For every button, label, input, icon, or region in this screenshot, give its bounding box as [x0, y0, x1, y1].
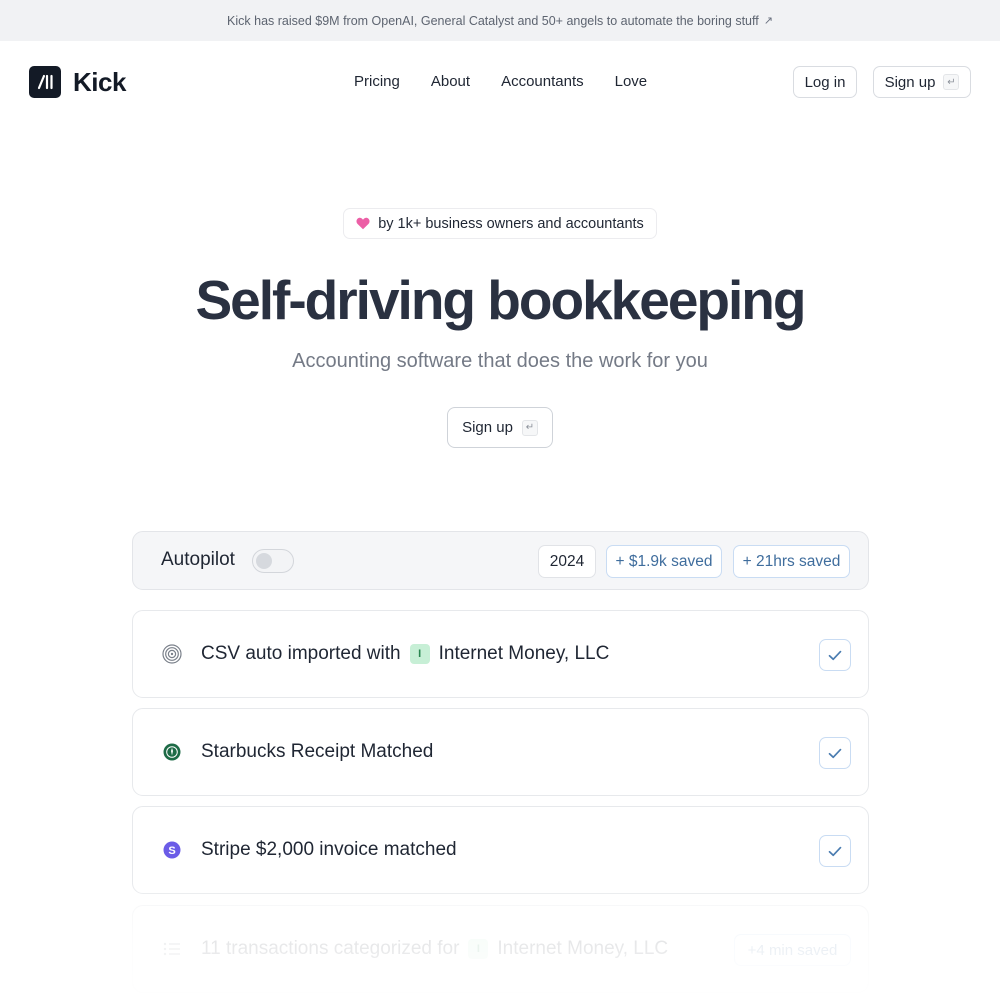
- hero-signup-button[interactable]: Sign up ↵: [447, 407, 553, 448]
- activity-text: CSV auto imported with I Internet Money,…: [201, 643, 609, 665]
- check-icon[interactable]: [819, 835, 851, 867]
- brand-name: Kick: [73, 66, 126, 97]
- top-nav: Kick Pricing About Accountants Love Log …: [0, 41, 1000, 123]
- hero-signup-label: Sign up: [462, 419, 513, 436]
- entity-name: Internet Money, LLC: [438, 643, 610, 664]
- activity-row: S Stripe $2,000 invoice matched: [132, 806, 869, 894]
- csv-import-icon: [162, 644, 182, 664]
- starbucks-icon: [162, 742, 182, 762]
- kick-logo-icon: [29, 66, 61, 98]
- svg-text:S: S: [168, 845, 175, 857]
- signup-button[interactable]: Sign up ↵: [873, 66, 971, 98]
- login-button[interactable]: Log in: [793, 66, 857, 98]
- autopilot-bar: Autopilot 2024 + $1.9k saved + 21hrs sav…: [132, 531, 869, 590]
- announcement-text[interactable]: Kick has raised $9M from OpenAI, General…: [227, 14, 759, 28]
- social-proof-badge: by 1k+ business owners and accountants: [343, 208, 657, 239]
- main-menu: Pricing About Accountants Love: [354, 73, 647, 90]
- enter-key-icon: ↵: [521, 419, 538, 436]
- activity-row: CSV auto imported with I Internet Money,…: [132, 610, 869, 698]
- nav-link-about[interactable]: About: [431, 73, 470, 90]
- signup-button-label: Sign up: [884, 73, 936, 91]
- announcement-bar[interactable]: Kick has raised $9M from OpenAI, General…: [0, 0, 1000, 41]
- entity-tag: I: [468, 939, 489, 959]
- arrow-up-right-icon: ↗: [763, 15, 773, 27]
- check-icon[interactable]: [819, 737, 851, 769]
- activity-message: 11 transactions categorized for: [201, 938, 460, 959]
- time-saved-badge: + 21hrs saved: [733, 545, 850, 578]
- nav-link-pricing[interactable]: Pricing: [354, 73, 400, 90]
- nav-link-accountants[interactable]: Accountants: [501, 73, 584, 90]
- badge-text: by 1k+ business owners and accountants: [378, 215, 644, 232]
- activity-message: CSV auto imported with: [201, 643, 401, 664]
- activity-message: Stripe $2,000 invoice matched: [201, 839, 457, 860]
- brand[interactable]: Kick: [29, 66, 126, 98]
- activity-text: Stripe $2,000 invoice matched: [201, 839, 457, 861]
- entity-tag: I: [409, 644, 430, 664]
- heart-icon: [356, 217, 370, 230]
- entity-name: Internet Money, LLC: [497, 938, 669, 959]
- activity-text: 11 transactions categorized for I Intern…: [201, 938, 668, 960]
- autopilot-label: Autopilot: [161, 549, 235, 570]
- autopilot-toggle[interactable]: [252, 549, 294, 573]
- time-saved-badge: +4 min saved: [734, 934, 851, 966]
- activity-row: Starbucks Receipt Matched: [132, 708, 869, 796]
- money-saved-badge: + $1.9k saved: [606, 545, 722, 578]
- hero-subtitle: Accounting software that does the work f…: [292, 350, 708, 372]
- stripe-icon: S: [162, 840, 182, 860]
- activity-row: 11 transactions categorized for I Intern…: [132, 905, 869, 993]
- list-icon: [162, 939, 182, 959]
- toggle-knob: [256, 553, 272, 569]
- hero-title: Self-driving bookkeeping: [195, 269, 806, 331]
- activity-message: Starbucks Receipt Matched: [201, 741, 434, 762]
- nav-link-love[interactable]: Love: [615, 73, 648, 90]
- activity-text: Starbucks Receipt Matched: [201, 741, 433, 763]
- check-icon[interactable]: [819, 639, 851, 671]
- enter-key-icon: ↵: [943, 74, 960, 90]
- year-selector[interactable]: 2024: [538, 545, 596, 578]
- autopilot-demo: Autopilot 2024 + $1.9k saved + 21hrs sav…: [132, 531, 869, 1000]
